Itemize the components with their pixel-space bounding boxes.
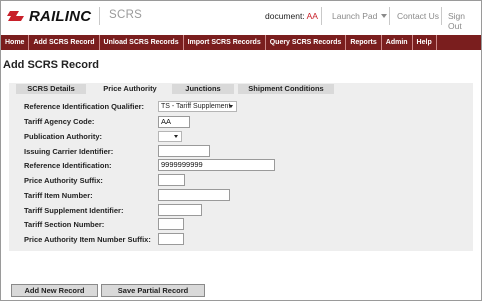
price-authority-suffix-label: Price Authority Suffix: [24,176,103,185]
nav-home[interactable]: Home [1,35,30,50]
document-value: AA [306,11,318,21]
tab-shipment-conditions[interactable]: Shipment Conditions [238,84,334,94]
railinc-logo-icon [7,9,27,23]
tariff-supplement-id-input[interactable] [158,204,202,216]
tab-junctions[interactable]: Junctions [172,84,234,94]
issuing-carrier-input[interactable] [158,145,210,157]
price-authority-item-suffix-label: Price Authority Item Number Suffix: [24,235,151,244]
tariff-section-number-label: Tariff Section Number: [24,220,105,229]
price-authority-suffix-input[interactable] [158,174,185,186]
ref-id-qualifier-value: TS - Tariff Supplement [161,103,231,110]
add-new-record-button[interactable]: Add New Record [11,284,98,297]
nav-add-scrs-record[interactable]: Add SCRS Record [29,35,100,50]
chevron-down-icon [174,135,178,138]
tariff-agency-code-label: Tariff Agency Code: [24,117,95,126]
tariff-item-number-input[interactable] [158,189,230,201]
contact-us-link[interactable]: Contact Us [397,11,439,21]
reference-identification-input[interactable]: 9999999999 [158,159,275,171]
document-label: document: [265,11,305,21]
app-header: RAILINC SCRS document: AA Launch Pad Con… [1,1,481,33]
nav-reports[interactable]: Reports [346,35,382,50]
publication-authority-label: Publication Authority: [24,132,103,141]
nav-import-scrs-records[interactable]: Import SCRS Records [184,35,266,50]
page-title: Add SCRS Record [3,59,99,71]
header-divider [99,7,100,25]
nav-unload-scrs-records[interactable]: Unload SCRS Records [100,35,184,50]
tariff-supplement-id-label: Tariff Supplement Identifier: [24,206,124,215]
logo-text: RAILINC [29,7,92,25]
tab-price-authority[interactable]: Price Authority [92,84,168,94]
tariff-agency-code-input[interactable]: AA [158,116,190,128]
nav-query-scrs-records[interactable]: Query SCRS Records [266,35,347,50]
document-indicator: document: AA [265,11,318,21]
header-divider [441,7,442,25]
tariff-section-number-input[interactable] [158,218,184,230]
header-divider [389,7,390,25]
save-partial-record-button[interactable]: Save Partial Record [101,284,205,297]
price-authority-item-suffix-input[interactable] [158,233,184,245]
chevron-down-icon [381,14,388,18]
launch-pad-menu[interactable]: Launch Pad [332,11,388,21]
main-nav: Home Add SCRS Record Unload SCRS Records… [1,35,481,50]
reference-identification-label: Reference Identification: [24,161,112,170]
ref-id-qualifier-label: Reference Identification Qualifier: [24,102,145,111]
nav-help[interactable]: Help [413,35,437,50]
issuing-carrier-label: Issuing Carrier Identifier: [24,147,114,156]
sign-out-link[interactable]: Sign Out [448,11,481,31]
ref-id-qualifier-select[interactable]: TS - Tariff Supplement [158,101,237,112]
publication-authority-select[interactable] [158,131,182,142]
app-name: SCRS [109,9,143,21]
header-divider [321,7,322,25]
railinc-logo[interactable]: RAILINC [7,7,92,25]
launch-pad-label: Launch Pad [332,11,378,21]
tariff-item-number-label: Tariff Item Number: [24,191,93,200]
tab-scrs-details[interactable]: SCRS Details [16,84,86,94]
chevron-down-icon [229,105,233,108]
nav-admin[interactable]: Admin [382,35,413,50]
